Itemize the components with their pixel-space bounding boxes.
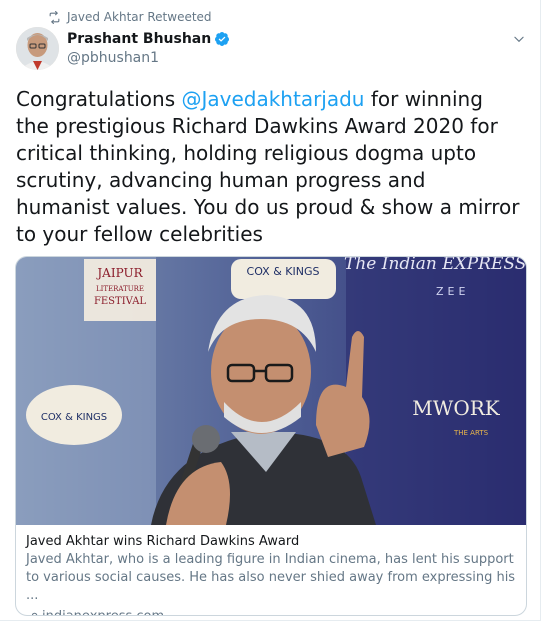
retweet-icon [49, 10, 60, 24]
card-body[interactable]: Javed Akhtar wins Richard Dawkins Award … [26, 533, 520, 615]
chevron-down-icon[interactable] [512, 32, 526, 46]
retweet-context[interactable]: Javed Akhtar Retweeted [48, 10, 212, 24]
card-title[interactable]: Javed Akhtar wins Richard Dawkins Award [26, 533, 520, 551]
jaipur-text-2: LITERATURE [96, 285, 144, 293]
cox-kings-left: COX & KINGS [41, 412, 107, 423]
link-icon [30, 612, 38, 615]
author-name-row[interactable]: Prashant Bhushan [67, 31, 230, 47]
avatar[interactable] [16, 27, 59, 70]
card-domain[interactable]: indianexpress.com [26, 608, 520, 615]
tweet-text: Congratulations @Javedakhtarjadu for win… [16, 86, 521, 248]
card-description: Javed Akhtar, who is a leading figure in… [26, 552, 516, 603]
jaipur-text: JAIPUR [95, 266, 143, 280]
indian-express-banner: The Indian EXPRESS [344, 257, 526, 274]
author-handle[interactable]: @pbhushan1 [67, 50, 159, 66]
link-card[interactable]: JAIPUR LITERATURE FESTIVAL COX & KINGS T… [15, 256, 527, 616]
card-domain-text: indianexpress.com [42, 608, 164, 615]
tweet[interactable]: Javed Akhtar Retweeted Prashant Bhushan … [0, 0, 541, 621]
author-name[interactable]: Prashant Bhushan [67, 31, 211, 47]
mention-link[interactable]: @Javedakhtarjadu [181, 87, 364, 111]
zee-banner: ZEE [436, 285, 469, 298]
mwork-sub: THE ARTS [453, 429, 489, 437]
cox-kings-top: COX & KINGS [247, 265, 320, 278]
retweet-label: Javed Akhtar Retweeted [67, 10, 212, 24]
jaipur-text-3: FESTIVAL [94, 296, 146, 307]
tweet-text-start: Congratulations [16, 87, 182, 111]
mwork-banner: MWORK [412, 396, 500, 420]
verified-badge-icon [215, 32, 230, 46]
card-image[interactable]: JAIPUR LITERATURE FESTIVAL COX & KINGS T… [16, 257, 526, 525]
